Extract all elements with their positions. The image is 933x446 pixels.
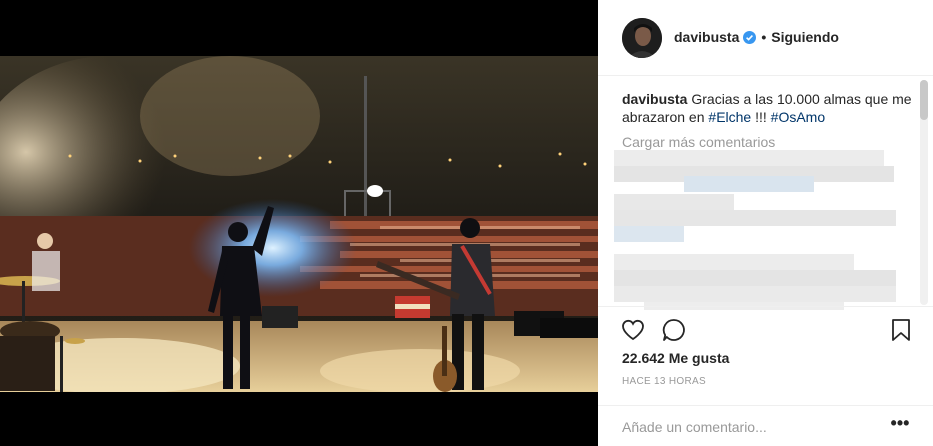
post-caption: davibusta Gracias a las 10.000 almas que …	[622, 90, 912, 126]
bookmark-icon[interactable]	[888, 317, 914, 343]
post-photo[interactable]	[0, 56, 598, 392]
caption-username[interactable]: davibusta	[622, 91, 687, 107]
comments-section: davibusta Gracias a las 10.000 almas que …	[622, 90, 912, 150]
comments-scrollbar[interactable]	[920, 80, 928, 305]
scrollbar-thumb[interactable]	[920, 80, 928, 120]
separator-dot: •	[761, 29, 767, 45]
header-username[interactable]: davibusta	[674, 29, 739, 45]
comment-bubble-icon[interactable]	[661, 317, 687, 343]
caption-exclaim: !!!	[751, 109, 771, 125]
post-media-area	[0, 0, 598, 446]
more-options-icon[interactable]: •••	[888, 414, 912, 435]
post-actions: 22.642 Me gusta HACE 13 HORAS •••	[598, 306, 933, 446]
follow-status-button[interactable]: Siguiendo	[771, 29, 839, 45]
comment-input[interactable]	[622, 417, 862, 437]
post-side-panel: davibusta • Siguiendo davibusta Gracias a…	[598, 0, 933, 446]
avatar[interactable]	[622, 18, 662, 58]
verified-badge-icon	[743, 30, 757, 44]
post-timestamp[interactable]: HACE 13 HORAS	[622, 376, 706, 387]
hashtag-link-elche[interactable]: #Elche	[708, 109, 751, 125]
add-comment-bar: •••	[598, 405, 933, 446]
hashtag-link-osamo[interactable]: #OsAmo	[771, 109, 825, 125]
blurred-comments	[614, 150, 899, 310]
likes-count[interactable]: 22.642 Me gusta	[622, 350, 729, 366]
header-user-row: davibusta • Siguiendo	[674, 29, 839, 45]
load-more-comments-button[interactable]: Cargar más comentarios	[622, 134, 912, 150]
concert-photo-illustration	[0, 56, 598, 392]
heart-icon[interactable]	[620, 317, 646, 343]
post-header: davibusta • Siguiendo	[598, 0, 933, 76]
avatar-image	[622, 18, 662, 58]
